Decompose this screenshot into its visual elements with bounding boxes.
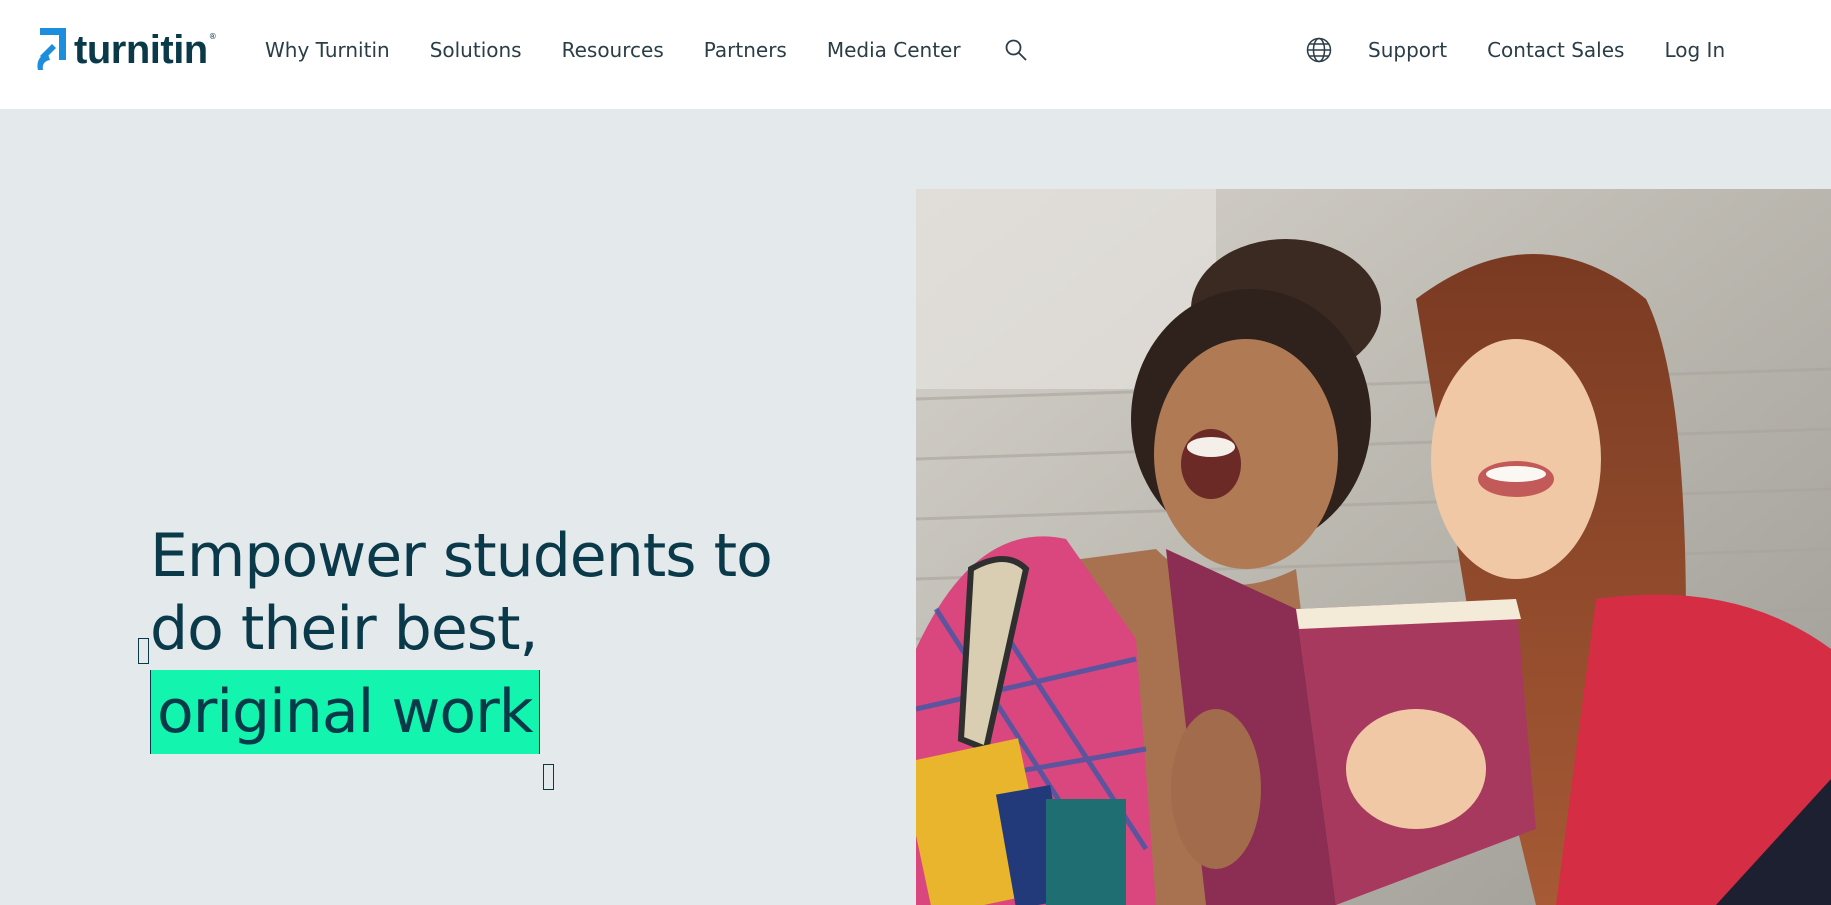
hero-highlight-text[interactable]: original work xyxy=(150,670,540,754)
turnitin-logo[interactable]: turnitin ® xyxy=(34,24,217,80)
globe-icon[interactable] xyxy=(1306,37,1332,63)
site-header: turnitin ® Why Turnitin Solutions Resour… xyxy=(0,0,1831,109)
nav-resources[interactable]: Resources xyxy=(562,38,664,62)
two-students-reading-book-photo xyxy=(916,189,1831,905)
nav-solutions[interactable]: Solutions xyxy=(430,38,522,62)
hero-line-1: Empower students to xyxy=(150,521,773,591)
search-icon[interactable] xyxy=(1003,37,1029,63)
nav-partners[interactable]: Partners xyxy=(704,38,787,62)
hero-highlight-container: original work xyxy=(138,638,554,790)
hero-photo xyxy=(916,189,1831,905)
nav-media-center[interactable]: Media Center xyxy=(827,38,961,62)
hero-line-2: do their best, xyxy=(150,594,539,664)
primary-nav: Why Turnitin Solutions Resources Partner… xyxy=(265,0,1029,99)
logo-wordmark: turnitin xyxy=(74,28,208,72)
selection-handle-end[interactable] xyxy=(542,764,554,790)
hero-heading: Empower students to do their best, origi… xyxy=(138,520,790,790)
nav-log-in[interactable]: Log In xyxy=(1664,38,1725,62)
turnitin-logo-icon xyxy=(37,28,66,70)
nav-why-turnitin[interactable]: Why Turnitin xyxy=(265,38,390,62)
selection-handle-start[interactable] xyxy=(138,638,149,664)
nav-support[interactable]: Support xyxy=(1368,38,1447,62)
utility-nav: Support Contact Sales Log In xyxy=(1306,0,1725,99)
nav-contact-sales[interactable]: Contact Sales xyxy=(1487,38,1624,62)
logo-trademark: ® xyxy=(208,31,217,41)
